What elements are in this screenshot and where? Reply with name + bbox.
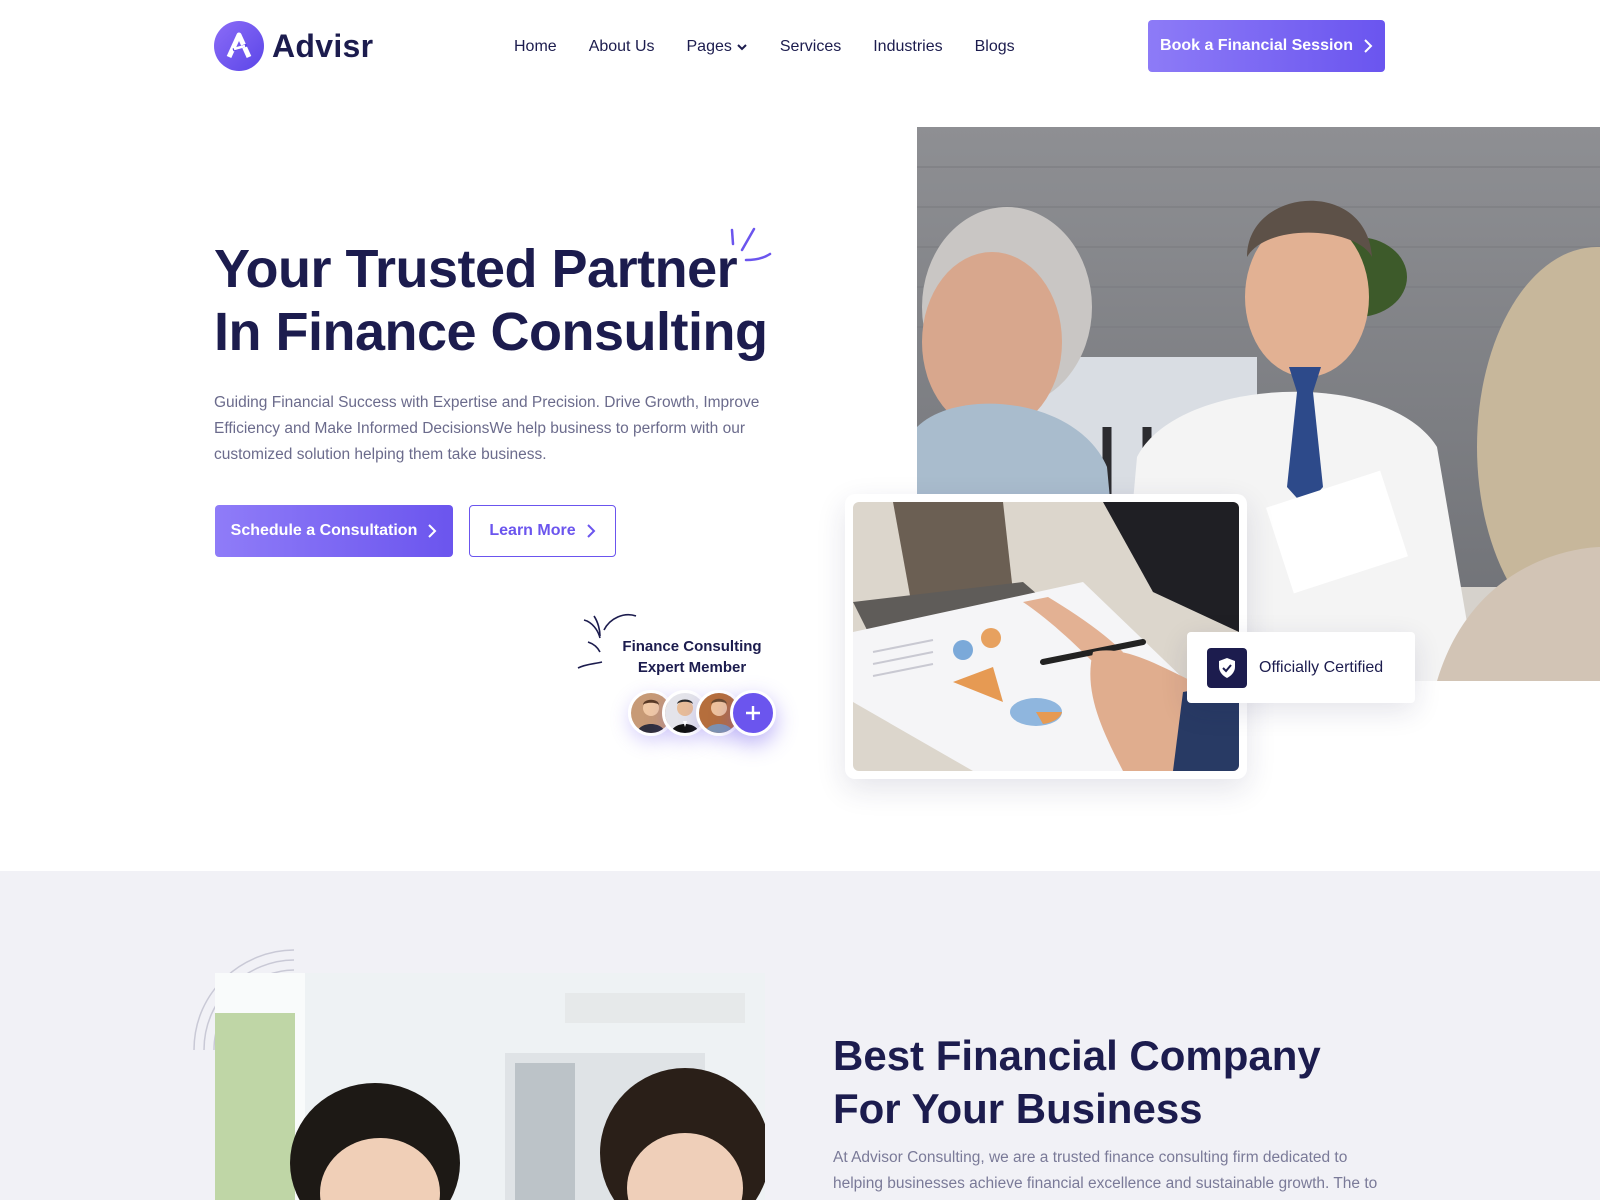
site-header: Advisr Home About Us Pages Services Indu…	[0, 0, 1600, 96]
chevron-right-icon	[1364, 39, 1373, 53]
chevron-right-icon	[428, 524, 437, 538]
certified-label: Officially Certified	[1259, 658, 1384, 676]
nav-label: Home	[514, 38, 557, 55]
nav-label: Services	[779, 38, 842, 55]
logo-text: Advisr	[272, 27, 374, 64]
hero-description: Guiding Financial Success with Expertise…	[214, 394, 760, 463]
learn-more-button[interactable]: Learn More	[469, 505, 616, 557]
hero-title-line1: Your Trusted Partner	[214, 239, 738, 299]
analysis-photo	[853, 502, 1239, 771]
nav-label: Industries	[873, 38, 943, 55]
expert-member-label: Finance Consulting Expert Member	[612, 636, 772, 678]
logo[interactable]: Advisr	[214, 21, 373, 71]
book-session-label: Book a Financial Session	[1160, 37, 1353, 54]
book-session-button[interactable]: Book a Financial Session	[1148, 20, 1385, 72]
expert-label-line1: Finance Consulting	[622, 638, 762, 655]
about-title-line2: For Your Business	[833, 1085, 1203, 1132]
learn-more-label: Learn More	[489, 522, 576, 539]
certified-badge: Officially Certified	[1187, 632, 1415, 703]
sparkle-doodle-icon	[730, 227, 772, 262]
nav-item-blogs[interactable]: Blogs	[975, 36, 1015, 58]
nav-item-industries[interactable]: Industries	[873, 36, 942, 58]
about-team-photo	[215, 973, 765, 1200]
shield-check-icon	[1207, 647, 1247, 688]
about-title-line1: Best Financial Company	[833, 1032, 1321, 1079]
nav-item-pages[interactable]: Pages	[687, 36, 748, 58]
hero-title: Your Trusted Partner In Finance Consulti…	[214, 238, 768, 364]
logo-a-icon	[214, 21, 264, 71]
nav-item-about-us[interactable]: About Us	[589, 36, 655, 58]
chevron-down-icon	[737, 44, 747, 51]
schedule-consultation-button[interactable]: Schedule a Consultation	[215, 505, 453, 557]
nav-item-home[interactable]: Home	[514, 36, 557, 58]
expert-avatars	[628, 690, 776, 736]
expert-label-line2: Expert Member	[637, 659, 747, 676]
about-title: Best Financial Company For Your Business	[833, 1029, 1321, 1135]
nav-label: Blogs	[974, 38, 1015, 55]
main-nav: Home About Us Pages Services Industries …	[514, 36, 1015, 58]
plus-icon[interactable]	[730, 690, 776, 736]
chevron-right-icon	[586, 524, 596, 538]
hero-title-line2: In Finance Consulting	[214, 302, 768, 362]
schedule-consultation-label: Schedule a Consultation	[230, 522, 418, 539]
nav-label: Pages	[686, 38, 732, 55]
about-description: At Advisor Consulting, we are a trusted …	[833, 1149, 1378, 1192]
nav-label: About Us	[588, 38, 655, 55]
nav-item-services[interactable]: Services	[780, 36, 841, 58]
